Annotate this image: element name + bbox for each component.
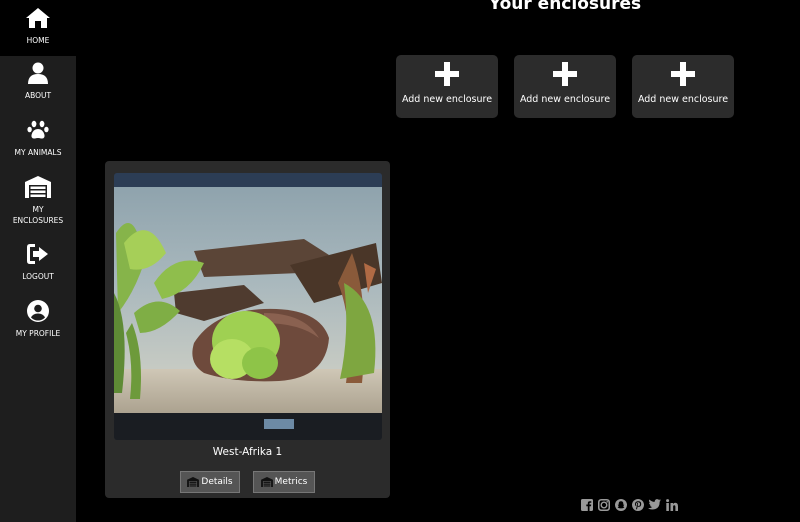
add-enclosure-button[interactable]: Add new enclosure bbox=[632, 55, 734, 118]
page-title: Your enclosures bbox=[488, 0, 642, 14]
sign-out-icon bbox=[27, 241, 49, 267]
sidebar-item-my-animals[interactable]: MY ANIMALS bbox=[0, 117, 76, 158]
warehouse-icon bbox=[260, 477, 273, 487]
add-enclosure-label: Add new enclosure bbox=[519, 94, 611, 105]
enclosure-card: West-Afrika 1 Details Metrics bbox=[105, 161, 390, 498]
add-enclosure-label: Add new enclosure bbox=[637, 94, 729, 105]
instagram-icon[interactable] bbox=[597, 498, 610, 511]
user-icon bbox=[28, 60, 48, 86]
details-label: Details bbox=[201, 477, 233, 487]
sidebar-item-label: LOGOUT bbox=[22, 272, 54, 281]
social-links bbox=[580, 498, 678, 511]
sidebar-item-about[interactable]: ABOUT bbox=[0, 60, 76, 101]
home-icon bbox=[26, 5, 50, 31]
user-circle-icon bbox=[27, 298, 49, 324]
sidebar-item-my-enclosures[interactable]: MY ENCLOSURES bbox=[0, 174, 76, 226]
sidebar-item-label: ABOUT bbox=[24, 91, 52, 100]
sidebar-item-home[interactable]: HOME bbox=[0, 0, 76, 56]
sidebar-item-label: HOME bbox=[26, 36, 50, 45]
pinterest-icon[interactable] bbox=[631, 498, 644, 511]
metrics-label: Metrics bbox=[274, 477, 308, 487]
warehouse-icon bbox=[187, 477, 200, 487]
snapchat-icon[interactable] bbox=[614, 498, 627, 511]
enclosure-photo[interactable] bbox=[114, 173, 382, 440]
facebook-icon[interactable] bbox=[580, 498, 593, 511]
add-enclosure-button[interactable]: Add new enclosure bbox=[514, 55, 616, 118]
sidebar: HOME ABOUT MY ANIMALS MY ENCLOSURES LOGO… bbox=[0, 0, 76, 522]
twitter-icon[interactable] bbox=[648, 498, 661, 511]
paw-icon bbox=[27, 117, 49, 143]
enclosure-name: West-Afrika 1 bbox=[212, 446, 283, 458]
details-button[interactable]: Details bbox=[180, 471, 240, 493]
plus-icon bbox=[435, 61, 459, 87]
plus-icon bbox=[553, 61, 577, 87]
sidebar-item-label: MY ANIMALS bbox=[14, 148, 62, 157]
plus-icon bbox=[671, 61, 695, 87]
sidebar-item-logout[interactable]: LOGOUT bbox=[0, 241, 76, 282]
sidebar-item-label: MY ENCLOSURES bbox=[12, 205, 64, 225]
add-enclosure-label: Add new enclosure bbox=[401, 94, 493, 105]
metrics-button[interactable]: Metrics bbox=[253, 471, 315, 493]
add-enclosure-button[interactable]: Add new enclosure bbox=[396, 55, 498, 118]
warehouse-icon bbox=[25, 174, 51, 200]
sidebar-item-label: MY PROFILE bbox=[15, 329, 61, 338]
linkedin-icon[interactable] bbox=[665, 498, 678, 511]
sidebar-item-my-profile[interactable]: MY PROFILE bbox=[0, 298, 76, 339]
